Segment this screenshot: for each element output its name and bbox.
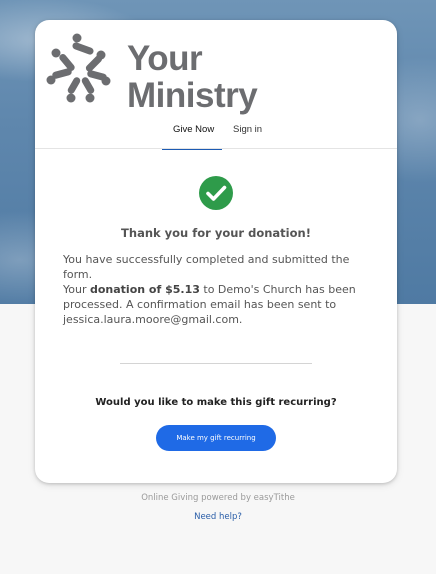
donation-details: Your donation of $5.13 to Demo's Church … — [63, 282, 369, 327]
brand-name-line2: Ministry — [127, 76, 258, 115]
ministry-logo: Your Ministry — [43, 32, 283, 128]
make-recurring-button[interactable]: Make my gift recurring — [156, 425, 276, 451]
powered-by-text: Online Giving powered by easyTithe — [141, 493, 295, 503]
starburst-people-logo-icon — [46, 33, 111, 103]
tabs-divider — [35, 148, 397, 149]
tab-bar: Give Now Sign in — [35, 124, 397, 150]
recurring-question: Would you like to make this gift recurri… — [95, 397, 337, 408]
details-prefix: Your — [63, 283, 90, 296]
donation-amount: donation of $5.13 — [89, 283, 200, 296]
confirmation-heading: Thank you for your donation! — [121, 226, 311, 240]
check-circle-icon — [199, 176, 233, 210]
section-divider — [120, 363, 312, 364]
success-message: You have successfully completed and subm… — [63, 253, 350, 281]
brand-name-line1: Your — [127, 39, 203, 78]
need-help-link[interactable]: Need help? — [0, 512, 436, 522]
giving-card: Your Ministry Give Now Sign in Thank you… — [35, 20, 397, 483]
tab-give-now[interactable]: Give Now — [173, 124, 214, 135]
tab-sign-in[interactable]: Sign in — [233, 124, 262, 135]
brand-name: Your Ministry — [127, 39, 258, 115]
